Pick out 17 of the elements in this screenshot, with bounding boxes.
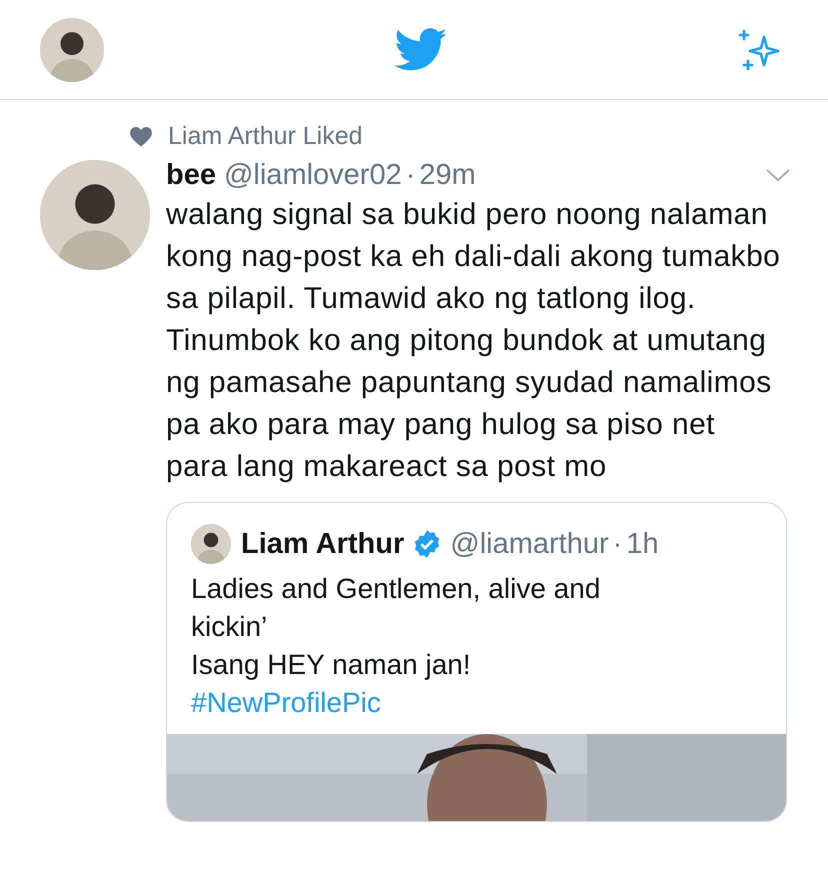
timestamp[interactable]: 29m [419, 158, 476, 192]
heart-icon [130, 126, 152, 147]
tweet-text: walang signal sa bukid pero noong nalaman kong nag-post ka eh dali-dali akong tumakbo sa pilapil. Tumawid ako ng tatlong ilog. Tinumbok ko ang pitong bundok at umutang ng pamasahe papuntang syudad namalimos pa ako para may pang hulog sa piso net para lang makareact sa post mo [166, 196, 781, 484]
timestamp[interactable]: 1h [626, 522, 659, 566]
quote-text: Ladies and Gentlemen, alive and kickin’ [191, 572, 602, 644]
separator-dot: · [612, 526, 622, 562]
bird-logo-icon [394, 28, 448, 72]
avatar [191, 524, 231, 564]
quote-text: Isang HEY naman jan! [191, 648, 472, 682]
quote-card[interactable]: Liam Arthur @liamarthur·1h Ladies and Gentlemen, alive and kickin’ Isang HEY naman jan! #NewProfilePic [166, 502, 787, 822]
user-name[interactable]: Liam Arthur [241, 522, 404, 566]
liked-by-text: Liam Arthur Liked [168, 121, 363, 152]
hashtag-link[interactable]: #NewProfilePic [191, 684, 646, 722]
user-name[interactable]: bee [166, 158, 216, 192]
user-handle[interactable]: @liamlover02 [224, 158, 402, 192]
separator-dot: · [406, 158, 416, 192]
user-handle[interactable]: @liamarthur [450, 522, 609, 566]
